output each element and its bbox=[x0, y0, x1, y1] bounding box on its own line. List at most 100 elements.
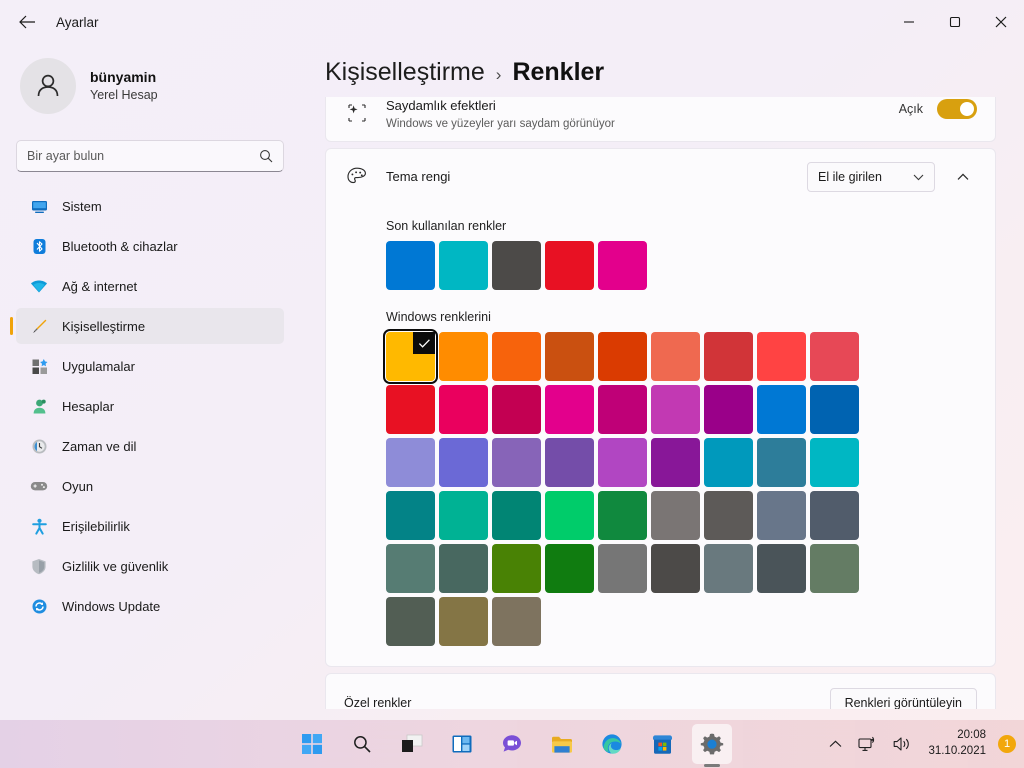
settings-button[interactable] bbox=[692, 724, 732, 764]
sidebar-item-sistem[interactable]: Sistem bbox=[16, 188, 284, 224]
sidebar-item-ag-internet[interactable]: Ağ & internet bbox=[16, 268, 284, 304]
recent-color-swatch[interactable] bbox=[439, 241, 488, 290]
widgets-button[interactable] bbox=[442, 724, 482, 764]
search-button[interactable] bbox=[342, 724, 382, 764]
windows-color-swatch[interactable] bbox=[545, 332, 594, 381]
windows-color-swatch[interactable] bbox=[386, 385, 435, 434]
breadcrumb-parent[interactable]: Kişiselleştirme bbox=[325, 58, 485, 87]
windows-color-swatch[interactable] bbox=[757, 491, 806, 540]
window-controls bbox=[886, 0, 1024, 44]
notification-badge[interactable]: 1 bbox=[998, 735, 1016, 753]
user-profile[interactable]: bünyamin Yerel Hesap bbox=[16, 44, 284, 114]
sidebar-item-uygulamalar[interactable]: Uygulamalar bbox=[16, 348, 284, 384]
start-button[interactable] bbox=[292, 724, 332, 764]
windows-color-swatch[interactable] bbox=[598, 544, 647, 593]
file-explorer-button[interactable] bbox=[542, 724, 582, 764]
windows-color-swatch[interactable] bbox=[810, 491, 859, 540]
windows-color-swatch[interactable] bbox=[439, 491, 488, 540]
windows-color-swatch[interactable] bbox=[383, 329, 438, 384]
settings-scroll-region[interactable]: Saydamlık efektleri Windows ve yüzeyler … bbox=[325, 97, 996, 709]
windows-color-swatch[interactable] bbox=[545, 438, 594, 487]
store-button[interactable] bbox=[642, 724, 682, 764]
windows-color-swatch[interactable] bbox=[439, 544, 488, 593]
windows-color-swatch[interactable] bbox=[386, 597, 435, 646]
windows-color-swatch[interactable] bbox=[545, 385, 594, 434]
tray-overflow-button[interactable] bbox=[823, 726, 848, 762]
sidebar-item-bluetooth-cihazlar[interactable]: Bluetooth & cihazlar bbox=[16, 228, 284, 264]
windows-color-swatch[interactable] bbox=[651, 332, 700, 381]
windows-color-swatch[interactable] bbox=[545, 491, 594, 540]
windows-color-swatch[interactable] bbox=[704, 491, 753, 540]
recent-color-swatch[interactable] bbox=[492, 241, 541, 290]
windows-color-swatch[interactable] bbox=[439, 597, 488, 646]
windows-color-swatch[interactable] bbox=[492, 597, 541, 646]
sidebar-item-hesaplar[interactable]: Hesaplar bbox=[16, 388, 284, 424]
windows-color-swatch[interactable] bbox=[386, 438, 435, 487]
windows-color-swatch[interactable] bbox=[651, 385, 700, 434]
chat-button[interactable] bbox=[492, 724, 532, 764]
windows-color-swatch[interactable] bbox=[545, 544, 594, 593]
back-button[interactable] bbox=[10, 6, 44, 38]
windows-color-swatch[interactable] bbox=[704, 544, 753, 593]
windows-color-swatch[interactable] bbox=[598, 385, 647, 434]
windows-color-swatch[interactable] bbox=[651, 491, 700, 540]
windows-color-swatch[interactable] bbox=[492, 544, 541, 593]
windows-color-swatch[interactable] bbox=[386, 544, 435, 593]
windows-color-swatch[interactable] bbox=[651, 438, 700, 487]
recent-color-swatch[interactable] bbox=[386, 241, 435, 290]
windows-color-swatch[interactable] bbox=[492, 332, 541, 381]
windows-color-swatch[interactable] bbox=[598, 438, 647, 487]
windows-color-swatch[interactable] bbox=[492, 385, 541, 434]
volume-button[interactable] bbox=[887, 726, 918, 762]
accent-color-row[interactable]: Tema rengi El ile girilen bbox=[326, 149, 995, 205]
sidebar-item-zaman-ve-dil[interactable]: Zaman ve dil bbox=[16, 428, 284, 464]
windows-color-swatch[interactable] bbox=[439, 438, 488, 487]
windows-color-swatch[interactable] bbox=[810, 438, 859, 487]
arrow-left-icon bbox=[18, 15, 35, 29]
windows-color-swatch[interactable] bbox=[439, 385, 488, 434]
windows-color-swatch[interactable] bbox=[757, 332, 806, 381]
volume-icon bbox=[894, 737, 910, 751]
windows-color-swatch[interactable] bbox=[757, 438, 806, 487]
recent-color-swatch[interactable] bbox=[545, 241, 594, 290]
task-view-button[interactable] bbox=[392, 724, 432, 764]
accent-mode-dropdown[interactable]: El ile girilen bbox=[807, 162, 935, 192]
windows-color-swatch[interactable] bbox=[439, 332, 488, 381]
windows-color-swatch[interactable] bbox=[492, 438, 541, 487]
maximize-button[interactable] bbox=[932, 0, 978, 44]
windows-color-swatch[interactable] bbox=[704, 385, 753, 434]
close-button[interactable] bbox=[978, 0, 1024, 44]
minimize-button[interactable] bbox=[886, 0, 932, 44]
windows-color-swatch[interactable] bbox=[704, 332, 753, 381]
windows-color-swatch[interactable] bbox=[386, 491, 435, 540]
sidebar-item-kisisellestirme[interactable]: Kişiselleştirme bbox=[10, 308, 284, 344]
windows-colors-row bbox=[386, 491, 977, 540]
windows-color-swatch[interactable] bbox=[757, 544, 806, 593]
recent-color-swatch[interactable] bbox=[598, 241, 647, 290]
recent-colors-label: Son kullanılan renkler bbox=[386, 219, 507, 233]
windows-color-swatch[interactable] bbox=[598, 332, 647, 381]
windows-color-swatch[interactable] bbox=[810, 385, 859, 434]
transparency-toggle[interactable] bbox=[937, 99, 977, 119]
windows-color-swatch[interactable] bbox=[492, 491, 541, 540]
windows-color-swatch[interactable] bbox=[598, 491, 647, 540]
view-colors-button[interactable]: Renkleri görüntüleyin bbox=[829, 688, 977, 709]
accent-section-expander[interactable] bbox=[949, 163, 977, 191]
sidebar-item-label: Uygulamalar bbox=[62, 358, 135, 374]
clock[interactable]: 20:08 31.10.2021 bbox=[922, 728, 992, 759]
windows-color-swatch[interactable] bbox=[757, 385, 806, 434]
sidebar-item-oyun[interactable]: Oyun bbox=[16, 468, 284, 504]
sidebar-item-windows-update[interactable]: Windows Update bbox=[16, 588, 284, 624]
windows-color-swatch[interactable] bbox=[810, 544, 859, 593]
windows-color-swatch[interactable] bbox=[704, 438, 753, 487]
search-box[interactable] bbox=[16, 140, 284, 172]
windows-color-swatch[interactable] bbox=[810, 332, 859, 381]
windows-color-swatch[interactable] bbox=[651, 544, 700, 593]
search-input[interactable] bbox=[27, 149, 259, 163]
transparency-effects-row[interactable]: Saydamlık efektleri Windows ve yüzeyler … bbox=[326, 97, 995, 141]
edge-button[interactable] bbox=[592, 724, 632, 764]
toggle-knob bbox=[960, 102, 974, 116]
sidebar-item-gizlilik-ve-guvenlik[interactable]: Gizlilik ve güvenlik bbox=[16, 548, 284, 584]
sidebar-item-erisilebilirlik[interactable]: Erişilebilirlik bbox=[16, 508, 284, 544]
network-button[interactable] bbox=[852, 726, 883, 762]
